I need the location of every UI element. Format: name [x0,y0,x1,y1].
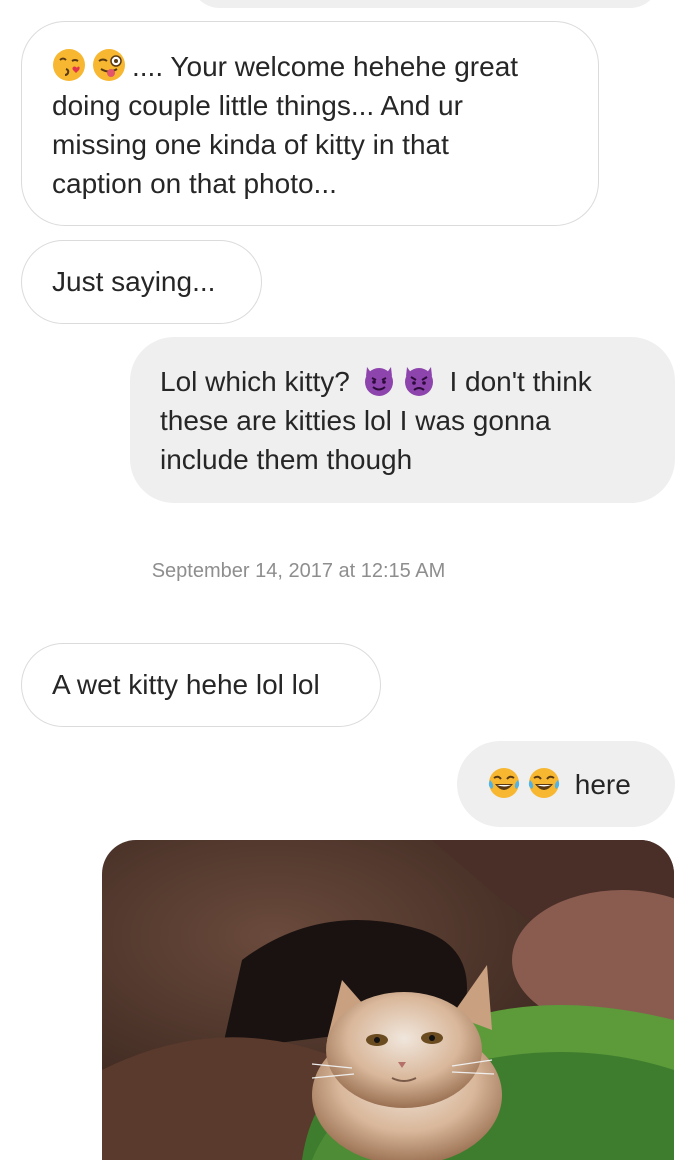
conversation-timestamp: September 14, 2017 at 12:15 AM [151,560,446,582]
message-text: these are kitties lol I was gonna [160,405,551,436]
message-text: A wet kitty hehe lol lol [52,669,320,700]
message-text: caption on that photo... [52,168,337,199]
message-text: Lol which kitty? [160,366,350,397]
previous-message-bubble [190,0,660,8]
smiling-devil-icon [362,363,396,397]
angry-devil-icon [402,363,436,397]
message-text: doing couple little things... And ur [52,90,463,121]
message-text: Just saying... [52,266,216,297]
wet-kitten-photo[interactable] [102,840,674,1160]
incoming-message[interactable]: Just saying... [21,240,262,324]
tears-of-joy-icon [527,766,561,800]
message-text: here [574,769,631,800]
incoming-message[interactable]: A wet kitty hehe lol lol [21,643,381,727]
message-text: include them though [160,444,413,475]
winking-tongue-icon [92,48,126,82]
tears-of-joy-icon [487,766,521,800]
outgoing-message[interactable]: Lol which kitty? I don't think these are… [130,337,675,503]
kissing-wink-icon [52,48,86,82]
outgoing-message[interactable]: here [457,741,675,827]
message-text: .... Your welcome hehehe great [132,51,519,82]
message-text: missing one kinda of kitty in that [52,129,449,160]
message-text: I don't think [449,366,592,397]
incoming-message[interactable]: .... Your welcome hehehe great doing cou… [21,21,599,226]
